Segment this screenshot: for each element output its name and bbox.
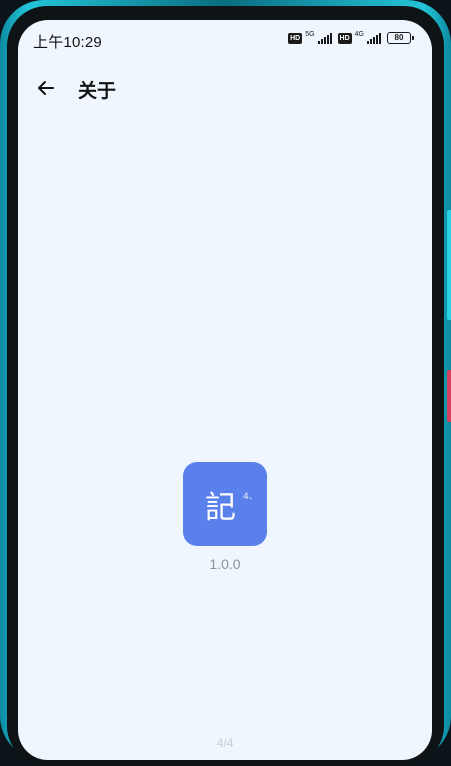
volume-button [447,210,451,320]
app-bar: 关于 [18,70,432,106]
network-type-sim2: 4G [354,30,364,38]
page-title: 关于 [78,80,117,102]
hd-badge-2: HD [337,32,352,44]
back-button[interactable] [34,76,58,100]
power-button [447,370,451,422]
signal-sim2-icon [367,32,381,44]
logo-character: 記 [205,490,236,526]
app-logo: 記 4、 [183,462,267,546]
footer-text: 4/4 [216,736,234,750]
app-version: 1.0.0 [209,556,241,572]
status-time: 上午10:29 [33,34,102,51]
network-type-sim1: 5G [305,30,315,38]
battery-level: 80 [387,32,411,44]
battery-icon: 80 [387,32,414,44]
signal-sim1-icon [317,32,332,44]
logo-mark: 4、 [243,492,258,502]
arrow-left-icon [38,81,54,95]
screen: 上午10:29 HD 5G HD 4G 80 关于 記 4、 1.0.0 4/4 [18,20,432,760]
status-icons: HD 5G HD 4G 80 [288,30,414,44]
hd-badge: HD [288,32,303,44]
device-frame: 上午10:29 HD 5G HD 4G 80 关于 記 4、 1.0.0 4/4 [0,0,451,766]
status-bar: 上午10:29 HD 5G HD 4G 80 [18,20,432,60]
